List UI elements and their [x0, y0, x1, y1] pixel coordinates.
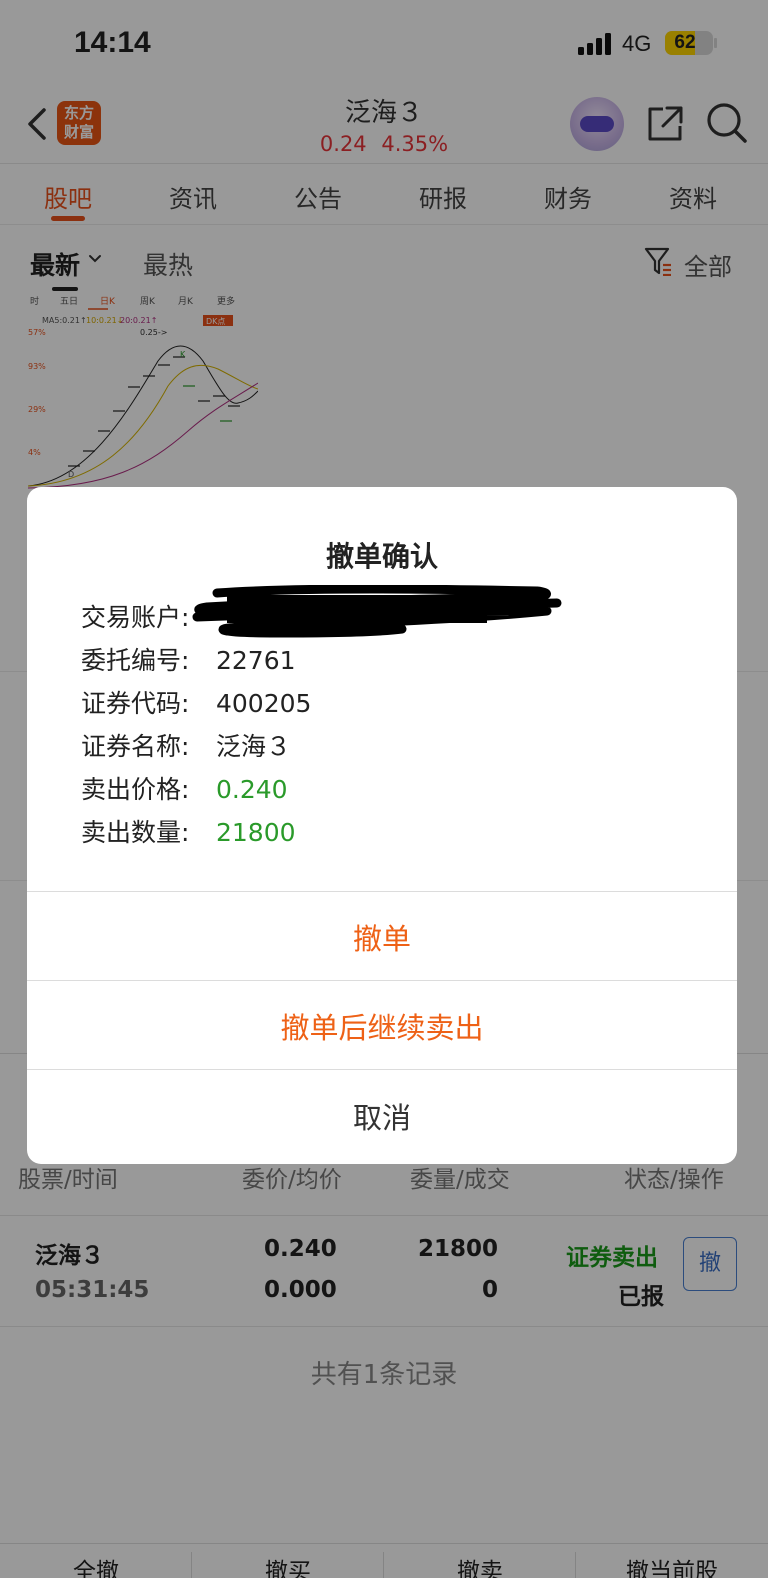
- field-security-code-value: 400205: [216, 689, 312, 718]
- field-sell-price-value: 0.240: [216, 775, 288, 804]
- field-sell-qty: 卖出数量: 21800: [81, 813, 296, 849]
- field-security-name: 证券名称: 泛海３: [81, 727, 291, 763]
- redaction-scribble: [192, 585, 562, 638]
- field-order-number-value: 22761: [216, 646, 296, 675]
- field-sell-qty-value: 21800: [216, 818, 296, 847]
- confirm-cancel-order-button[interactable]: 撤单: [27, 916, 737, 958]
- field-security-name-label: 证券名称:: [81, 732, 190, 761]
- field-security-name-value: 泛海３: [216, 732, 292, 761]
- dialog-title: 撤单确认: [325, 540, 438, 573]
- field-sell-price: 卖出价格: 0.240: [81, 770, 288, 806]
- dialog-divider: [27, 980, 737, 981]
- cancel-confirm-dialog: 撤单确认 交易账户: 委托编号: 22761 证券代码: 400205 证券名称: 泛…: [27, 487, 737, 1164]
- field-security-code: 证券代码: 400205: [81, 684, 311, 720]
- field-security-code-label: 证券代码:: [81, 689, 190, 718]
- dialog-divider: [27, 891, 737, 892]
- cancel-and-continue-sell-button[interactable]: 撤单后继续卖出: [27, 1005, 737, 1047]
- field-order-number-label: 委托编号:: [81, 646, 190, 675]
- field-order-number: 委托编号: 22761: [81, 641, 296, 677]
- dialog-divider: [27, 1069, 737, 1070]
- field-sell-price-label: 卖出价格:: [81, 775, 190, 804]
- dismiss-button[interactable]: 取消: [27, 1095, 737, 1137]
- field-sell-qty-label: 卖出数量:: [81, 818, 190, 847]
